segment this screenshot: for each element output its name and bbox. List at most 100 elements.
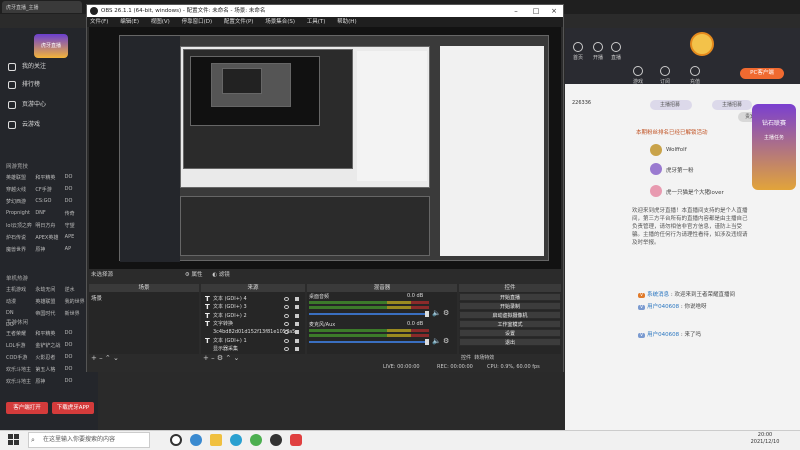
chat-user[interactable]: 用户040608 xyxy=(647,332,679,338)
menu-docks[interactable]: 停靠窗口(D) xyxy=(182,19,213,25)
game-category-link[interactable]: 原神 xyxy=(35,246,64,253)
exit-button[interactable]: 退出 xyxy=(459,338,561,346)
close-icon[interactable]: × xyxy=(545,5,563,17)
recruit-tag-2[interactable]: 主播招募 xyxy=(712,100,752,110)
tab-transitions[interactable]: 转场特效 xyxy=(474,355,494,361)
lock-icon[interactable] xyxy=(295,297,299,301)
source-item[interactable]: T 文本 (GDI+) 2 xyxy=(205,312,301,320)
filter-icon[interactable]: ◐ xyxy=(212,272,217,278)
game-category-link[interactable]: lol云顶之弈 xyxy=(6,222,35,229)
eye-icon[interactable] xyxy=(284,338,289,343)
huya-app-icon[interactable] xyxy=(290,434,302,446)
browser-tab[interactable]: 虎牙直播_主播 xyxy=(2,1,82,13)
tab-controls[interactable]: 控件 xyxy=(461,355,471,361)
volume-knob[interactable] xyxy=(425,339,429,345)
game-category-link[interactable]: 欢乐斗地主 xyxy=(6,378,35,385)
game-category-link[interactable]: 主机游戏 xyxy=(6,286,35,293)
eye-icon[interactable] xyxy=(284,346,289,351)
avatar[interactable] xyxy=(690,32,714,56)
studio-mode-button[interactable]: 工作室模式 xyxy=(459,320,561,328)
header-home[interactable]: 首页 xyxy=(568,42,588,61)
source-item[interactable]: T 文本 (GDI+) 3 xyxy=(205,303,301,311)
menu-help[interactable]: 帮助(H) xyxy=(337,19,356,25)
game-category-link[interactable]: 原神 xyxy=(35,378,64,385)
task-view-icon[interactable] xyxy=(170,434,182,446)
game-category-link[interactable]: Propnight xyxy=(6,210,35,217)
source-item[interactable]: T 文字转换 xyxy=(205,320,301,328)
menu-view[interactable]: 视图(V) xyxy=(151,19,170,25)
header-recharge[interactable]: 充值 xyxy=(685,66,705,85)
game-category-link[interactable]: DNF xyxy=(35,210,64,217)
browser-icon[interactable] xyxy=(230,434,242,446)
edge-icon[interactable] xyxy=(190,434,202,446)
obs-icon[interactable] xyxy=(270,434,282,446)
source-item[interactable]: T 文本 (GDI+) 1 xyxy=(205,337,301,345)
fan-name[interactable]: 虎一只猫是个大猪lover xyxy=(666,188,724,196)
source-item[interactable]: 显示器采集 xyxy=(205,345,301,353)
gear-icon[interactable]: ⚙ xyxy=(217,354,223,362)
obs-preview[interactable] xyxy=(89,27,561,269)
game-category-link[interactable]: 梦幻西游 xyxy=(6,198,35,205)
speaker-icon[interactable]: 🔈 xyxy=(432,309,441,317)
game-category-link[interactable]: 英雄联盟 xyxy=(6,174,35,181)
sidebar-item-follow[interactable]: 我的关注 xyxy=(4,60,94,74)
game-category-link[interactable]: 火影忍者 xyxy=(35,354,64,361)
game-category-link[interactable]: 欢乐斗地主 xyxy=(6,366,35,373)
eye-icon[interactable] xyxy=(284,321,289,326)
chrome-icon[interactable] xyxy=(250,434,262,446)
start-recording-button[interactable]: 开始录制 xyxy=(459,302,561,310)
speaker-icon[interactable]: 🔈 xyxy=(432,337,441,345)
properties-button[interactable]: 属性 xyxy=(191,272,202,278)
up-icon[interactable]: ⌃ xyxy=(225,354,231,362)
game-category-link[interactable]: CF手游 xyxy=(35,186,64,193)
game-category-link[interactable]: 动漫 xyxy=(6,298,35,305)
game-category-link[interactable]: 魔兽世界 xyxy=(6,246,35,253)
lock-icon[interactable] xyxy=(295,338,299,343)
lock-icon[interactable] xyxy=(295,305,299,310)
gear-icon[interactable]: ⚙ xyxy=(185,272,190,278)
source-item[interactable]: 3c4bd82d01d152f13f81e1057a5 xyxy=(205,328,301,336)
fan-name[interactable]: Wolffolf xyxy=(666,147,687,153)
open-client-button[interactable]: 客户端打开 xyxy=(6,402,48,414)
taskbar-search-input[interactable]: 在这里输入你要搜索的内容 xyxy=(28,432,150,448)
recruit-tag[interactable]: 主播招募 xyxy=(650,100,692,110)
pc-client-button[interactable]: PC客户端 xyxy=(740,68,784,79)
start-streaming-button[interactable]: 开始直播 xyxy=(459,293,561,301)
game-category-link[interactable]: 炉石传说 xyxy=(6,234,35,241)
lock-icon[interactable] xyxy=(295,346,299,351)
volume-knob[interactable] xyxy=(425,311,429,317)
maximize-icon[interactable]: □ xyxy=(527,5,545,17)
remove-icon[interactable]: – xyxy=(99,354,103,362)
header-live[interactable]: 开播 xyxy=(588,42,608,61)
header-direct[interactable]: 直播 xyxy=(606,42,626,61)
game-category-link[interactable]: 和平精英 xyxy=(35,174,64,181)
game-category-link[interactable]: DN xyxy=(6,310,35,317)
game-category-link[interactable]: COD手游 xyxy=(6,354,35,361)
game-category-link[interactable]: 英雄联盟 xyxy=(35,298,64,305)
lock-icon[interactable] xyxy=(295,321,299,326)
windows-start-icon[interactable] xyxy=(8,434,20,446)
lock-icon[interactable] xyxy=(295,313,299,318)
down-icon[interactable]: ⌄ xyxy=(113,354,119,362)
minimize-icon[interactable]: – xyxy=(507,5,525,17)
source-item[interactable]: T 文本 (GDI+) 4 xyxy=(205,295,301,303)
game-category-link[interactable]: APEX英雄 xyxy=(35,234,64,241)
game-category-link[interactable]: LOL手游 xyxy=(6,342,35,349)
menu-profile[interactable]: 配置文件(P) xyxy=(224,19,254,25)
sidebar-item-games[interactable]: 页游中心 xyxy=(4,98,94,112)
menu-edit[interactable]: 编辑(E) xyxy=(120,19,139,25)
game-category-link[interactable]: 穿越火线 xyxy=(6,186,35,193)
header-subscribe[interactable]: 订阅 xyxy=(655,66,675,85)
sidebar-item-cloud[interactable]: 云游戏 xyxy=(4,118,94,132)
event-badge[interactable]: 钻石联赛 主播任务 xyxy=(752,104,796,190)
menu-scene-collection[interactable]: 场景集合(S) xyxy=(265,19,295,25)
folder-icon[interactable] xyxy=(210,434,222,446)
taskbar-clock[interactable]: 20:00 2021/12/10 xyxy=(745,432,785,446)
chat-user[interactable]: 系统消息 xyxy=(647,292,669,298)
volume-slider[interactable] xyxy=(309,341,429,343)
menu-file[interactable]: 文件(F) xyxy=(90,19,108,25)
scene-item[interactable]: 场景 xyxy=(91,294,102,302)
remove-icon[interactable]: – xyxy=(211,354,215,362)
up-icon[interactable]: ⌃ xyxy=(105,354,111,362)
fan-name[interactable]: 虎牙第一粉 xyxy=(666,166,694,174)
